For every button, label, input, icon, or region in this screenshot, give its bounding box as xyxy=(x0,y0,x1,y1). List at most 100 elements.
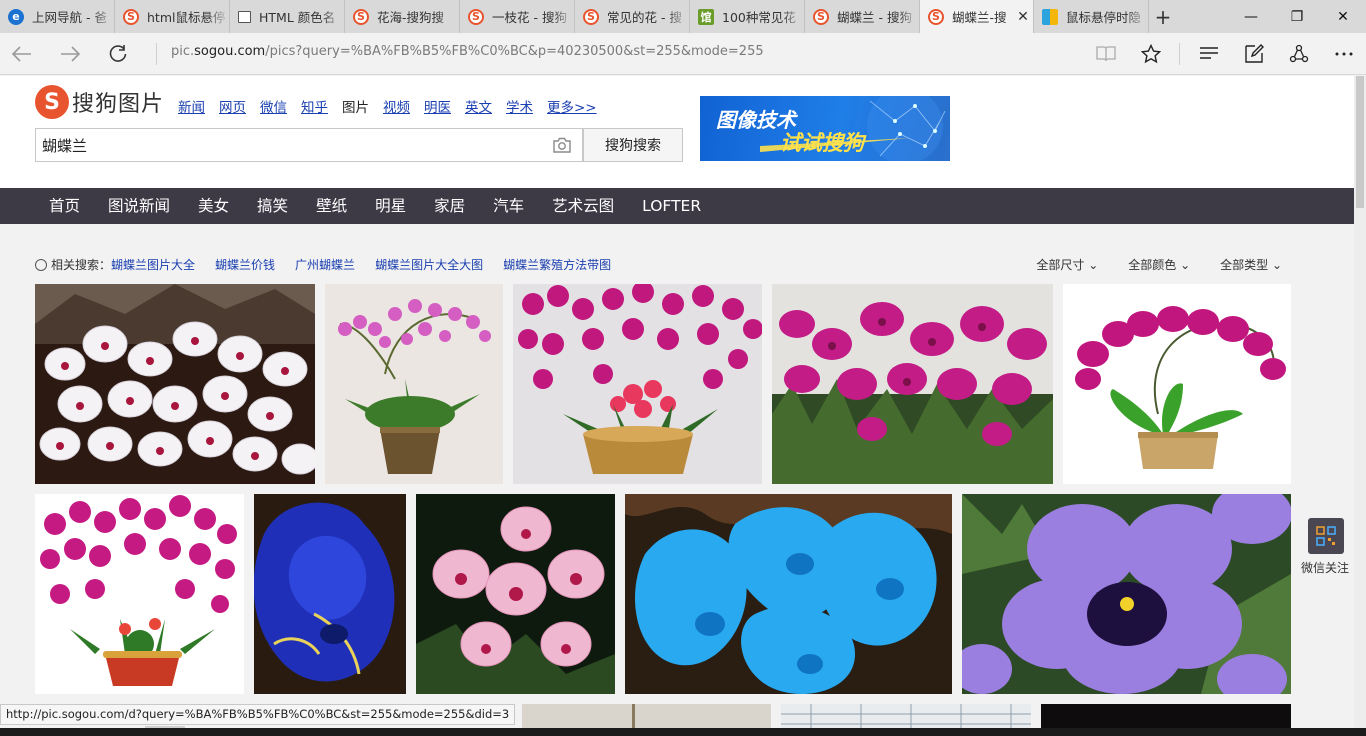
sogou-logo[interactable]: S 搜狗图片 xyxy=(35,85,164,119)
forward-button[interactable] xyxy=(57,41,83,67)
related-link[interactable]: 蝴蝶兰图片大全大图 xyxy=(375,256,483,273)
more-button[interactable] xyxy=(1321,51,1366,57)
orchid-single-pot-photo xyxy=(1063,284,1291,484)
wechat-follow-label: 微信关注 xyxy=(1301,561,1350,575)
browser-tab[interactable]: e 上网导航 - 爸 xyxy=(0,0,115,33)
category-lofter[interactable]: LOFTER xyxy=(628,188,715,224)
qr-code-icon xyxy=(1316,526,1336,546)
related-link[interactable]: 蝴蝶兰繁殖方法带图 xyxy=(503,256,611,273)
taskbar xyxy=(0,728,1366,736)
category-wallpaper[interactable]: 壁纸 xyxy=(302,188,361,224)
sogou-icon: S xyxy=(583,8,599,25)
search-input[interactable] xyxy=(42,135,542,155)
result-image[interactable] xyxy=(416,494,615,694)
category-photo-news[interactable]: 图说新闻 xyxy=(94,188,184,224)
window-controls: — ❐ ✕ xyxy=(1228,0,1366,33)
sogou-icon: S xyxy=(928,8,944,25)
category-funny[interactable]: 搞笑 xyxy=(243,188,302,224)
new-tab-button[interactable]: + xyxy=(1149,0,1177,33)
channel-weixin[interactable]: 微信 xyxy=(260,96,287,116)
minimize-button[interactable]: — xyxy=(1228,0,1274,33)
pen-note-icon xyxy=(1244,44,1264,63)
channel-images[interactable]: 图片 xyxy=(342,96,369,116)
browser-tab[interactable]: S 常见的花 - 搜 xyxy=(575,0,690,33)
browser-tab[interactable]: S 一枝花 - 搜狗 xyxy=(460,0,575,33)
ad-banner[interactable]: 图像技术 试试搜狗 xyxy=(700,96,950,161)
browser-tab[interactable]: 鼠标悬停时隐 xyxy=(1034,0,1149,33)
result-image[interactable] xyxy=(35,494,244,694)
browser-tab[interactable]: S 花海-搜狗搜 xyxy=(345,0,460,33)
category-stars[interactable]: 明星 xyxy=(361,188,420,224)
category-home[interactable]: 首页 xyxy=(35,188,94,224)
browser-tab-active[interactable]: S 蝴蝶兰-搜 ✕ xyxy=(920,0,1034,33)
favorite-button[interactable] xyxy=(1128,44,1173,64)
search-button[interactable]: 搜狗搜索 xyxy=(583,128,683,162)
result-image[interactable] xyxy=(325,284,503,484)
result-image[interactable] xyxy=(962,494,1291,694)
scrollbar-thumb[interactable] xyxy=(1356,76,1364,208)
browser-tab[interactable]: 馆 100种常见花 xyxy=(690,0,805,33)
share-button[interactable] xyxy=(1276,44,1321,64)
close-tab-icon[interactable]: ✕ xyxy=(1013,9,1033,25)
result-image[interactable] xyxy=(513,284,762,484)
related-link[interactable]: 广州蝴蝶兰 xyxy=(295,256,355,273)
logo-text: 搜狗图片 xyxy=(72,92,165,117)
hub-button[interactable] xyxy=(1186,46,1231,62)
camera-icon[interactable] xyxy=(552,136,572,154)
refresh-button[interactable] xyxy=(105,41,131,67)
filter-bar: 全部尺寸 ⌄ 全部颜色 ⌄ 全部类型 ⌄ xyxy=(1006,256,1282,273)
search-box xyxy=(35,128,583,162)
orchid-pot-fern-photo xyxy=(325,284,503,484)
result-image[interactable] xyxy=(254,494,406,694)
maximize-button[interactable]: ❐ xyxy=(1274,0,1320,33)
size-filter-dropdown[interactable]: 全部尺寸 ⌄ xyxy=(1036,256,1098,273)
vertical-scrollbar[interactable] xyxy=(1354,76,1366,736)
result-image[interactable] xyxy=(1063,284,1291,484)
tab-label: 蝴蝶兰-搜 xyxy=(952,10,1007,25)
channel-video[interactable]: 视频 xyxy=(383,96,410,116)
page-content: S 搜狗图片 新闻 网页 微信 知乎 图片 视频 明医 英文 学术 更多>> 搜… xyxy=(0,76,1354,736)
orchid-white-photo xyxy=(35,284,315,484)
channel-medical[interactable]: 明医 xyxy=(424,96,451,116)
sogou-icon: S xyxy=(123,8,139,25)
divider xyxy=(156,43,157,65)
reading-view-button[interactable] xyxy=(1083,45,1128,63)
sogou-icon: S xyxy=(468,8,484,25)
channel-zhihu[interactable]: 知乎 xyxy=(301,96,328,116)
category-home-decor[interactable]: 家居 xyxy=(420,188,479,224)
back-arrow-icon xyxy=(11,46,31,62)
type-filter-dropdown[interactable]: 全部类型 ⌄ xyxy=(1220,256,1282,273)
orchid-pink-dark-photo xyxy=(416,494,615,694)
color-filter-dropdown[interactable]: 全部颜色 ⌄ xyxy=(1128,256,1190,273)
star-icon xyxy=(1140,44,1161,64)
category-nav: 首页 图说新闻 美女 搞笑 壁纸 明星 家居 汽车 艺术云图 LOFTER xyxy=(0,188,1354,224)
close-window-button[interactable]: ✕ xyxy=(1320,0,1366,33)
related-link[interactable]: 蝴蝶兰价钱 xyxy=(215,256,275,273)
channel-more[interactable]: 更多>> xyxy=(547,96,597,116)
browser-tab[interactable]: S html鼠标悬停 xyxy=(115,0,230,33)
url-field[interactable]: pic.sogou.com/pics?query=%BA%FB%B5%FB%C0… xyxy=(171,44,764,59)
browser-tab[interactable]: S 蝴蝶兰 - 搜狗 xyxy=(805,0,920,33)
browser-tab[interactable]: HTML 颜色名 xyxy=(230,0,345,33)
related-link[interactable]: 蝴蝶兰图片大全 xyxy=(111,256,195,273)
channel-news[interactable]: 新闻 xyxy=(178,96,205,116)
back-button[interactable] xyxy=(9,41,35,67)
guan-icon: 馆 xyxy=(698,8,714,25)
wechat-follow-button[interactable] xyxy=(1308,518,1344,554)
channel-scholar[interactable]: 学术 xyxy=(506,96,533,116)
result-image[interactable] xyxy=(625,494,952,694)
category-cars[interactable]: 汽车 xyxy=(479,188,538,224)
msn-icon xyxy=(1042,8,1058,25)
category-beauty[interactable]: 美女 xyxy=(184,188,243,224)
channel-nav: 新闻 网页 微信 知乎 图片 视频 明医 英文 学术 更多>> xyxy=(178,96,611,116)
related-searches: 相关搜索： 蝴蝶兰图片大全 蝴蝶兰价钱 广州蝴蝶兰 蝴蝶兰图片大全大图 蝴蝶兰繁… xyxy=(35,256,631,273)
divider xyxy=(1179,43,1180,65)
channel-english[interactable]: 英文 xyxy=(465,96,492,116)
result-image[interactable] xyxy=(35,284,315,484)
logo-mark: S xyxy=(35,85,69,119)
web-note-button[interactable] xyxy=(1231,44,1276,64)
address-bar: pic.sogou.com/pics?query=%BA%FB%B5%FB%C0… xyxy=(0,33,1366,75)
result-image[interactable] xyxy=(772,284,1053,484)
channel-web[interactable]: 网页 xyxy=(219,96,246,116)
category-art-cloud[interactable]: 艺术云图 xyxy=(538,188,628,224)
